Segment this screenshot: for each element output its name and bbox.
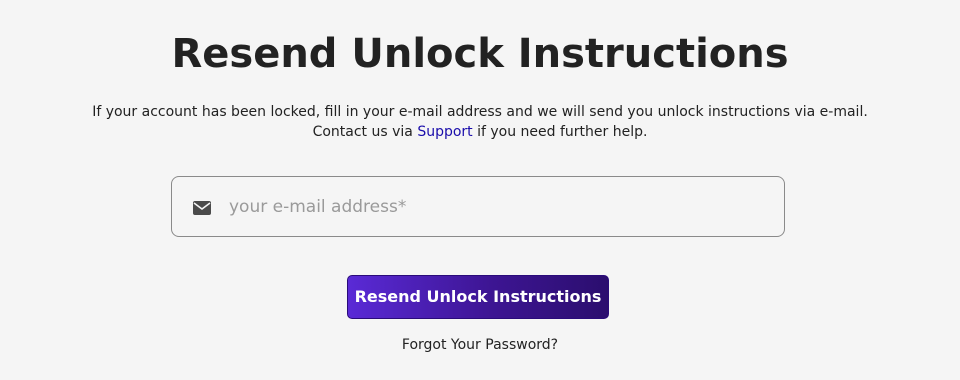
forgot-password-link[interactable]: Forgot Your Password? — [0, 335, 960, 355]
email-input[interactable] — [229, 196, 749, 217]
page-title: Resend Unlock Instructions — [171, 31, 789, 77]
envelope-icon — [193, 200, 211, 215]
instructions-line-1: If your account has been locked, fill in… — [92, 104, 868, 120]
unlock-page: Resend Unlock Instructions If your accou… — [0, 0, 960, 380]
resend-unlock-button[interactable]: Resend Unlock Instructions — [347, 275, 609, 319]
email-field[interactable] — [171, 176, 785, 237]
instructions-line-2: Contact us via Support if you need furth… — [0, 122, 960, 142]
contact-prefix: Contact us via — [312, 124, 418, 140]
support-link[interactable]: Support — [417, 124, 472, 140]
instructions-text: If your account has been locked, fill in… — [0, 102, 960, 142]
contact-suffix: if you need further help. — [472, 124, 648, 140]
